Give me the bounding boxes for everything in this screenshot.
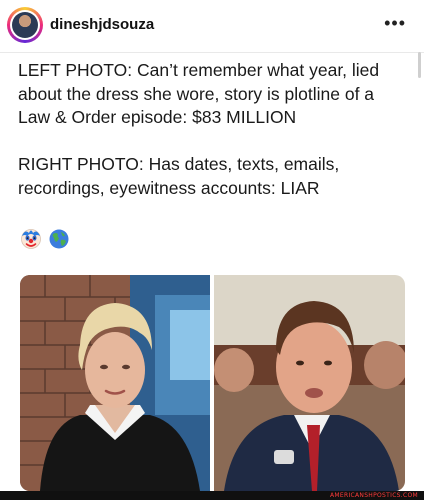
avatar[interactable]: [7, 7, 43, 43]
bottom-bar: AMERICANSHPOSTICS.COM: [0, 491, 424, 500]
post-header: dineshjdsouza •••: [0, 0, 424, 53]
globe-icon: [49, 229, 69, 249]
watermark: AMERICANSHPOSTICS.COM: [330, 492, 418, 499]
photo-collage[interactable]: [20, 275, 405, 491]
username[interactable]: dineshjdsouza: [50, 16, 154, 33]
clown-face-icon: [21, 229, 41, 249]
post-caption: LEFT PHOTO: Can’t remember what year, li…: [18, 59, 410, 200]
left-photo[interactable]: [20, 275, 210, 491]
caption-paragraph-left: LEFT PHOTO: Can’t remember what year, li…: [18, 60, 380, 127]
more-options-icon[interactable]: •••: [384, 14, 406, 32]
emoji-row: [20, 228, 72, 252]
right-photo[interactable]: [214, 275, 405, 491]
avatar-image: [10, 10, 40, 40]
caption-paragraph-right: RIGHT PHOTO: Has dates, texts, emails, r…: [18, 154, 340, 198]
scrollbar[interactable]: [418, 52, 421, 78]
